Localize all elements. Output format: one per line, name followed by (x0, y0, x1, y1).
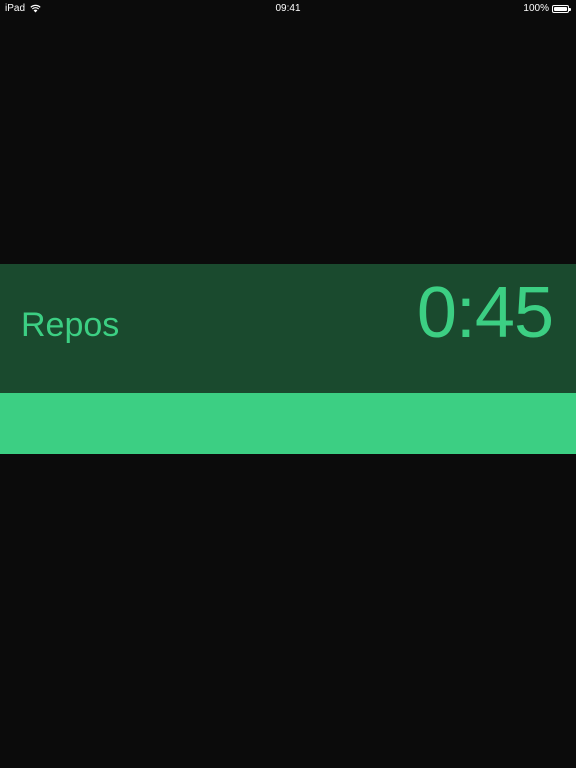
status-bar: iPad 09:41 100% (0, 0, 576, 18)
phase-label: Repos (21, 306, 120, 344)
status-right: 100% (523, 3, 571, 14)
progress-bar (0, 393, 576, 454)
status-time: 09:41 (275, 3, 301, 14)
timer-screen: iPad 09:41 100% Repos 0:45 (0, 0, 576, 768)
battery-percentage: 100% (523, 3, 549, 14)
time-remaining: 0:45 (416, 273, 554, 353)
progress-fill (0, 393, 576, 454)
battery-icon (552, 4, 571, 13)
battery-level (554, 6, 567, 11)
timer-panel[interactable]: Repos 0:45 (0, 264, 576, 393)
